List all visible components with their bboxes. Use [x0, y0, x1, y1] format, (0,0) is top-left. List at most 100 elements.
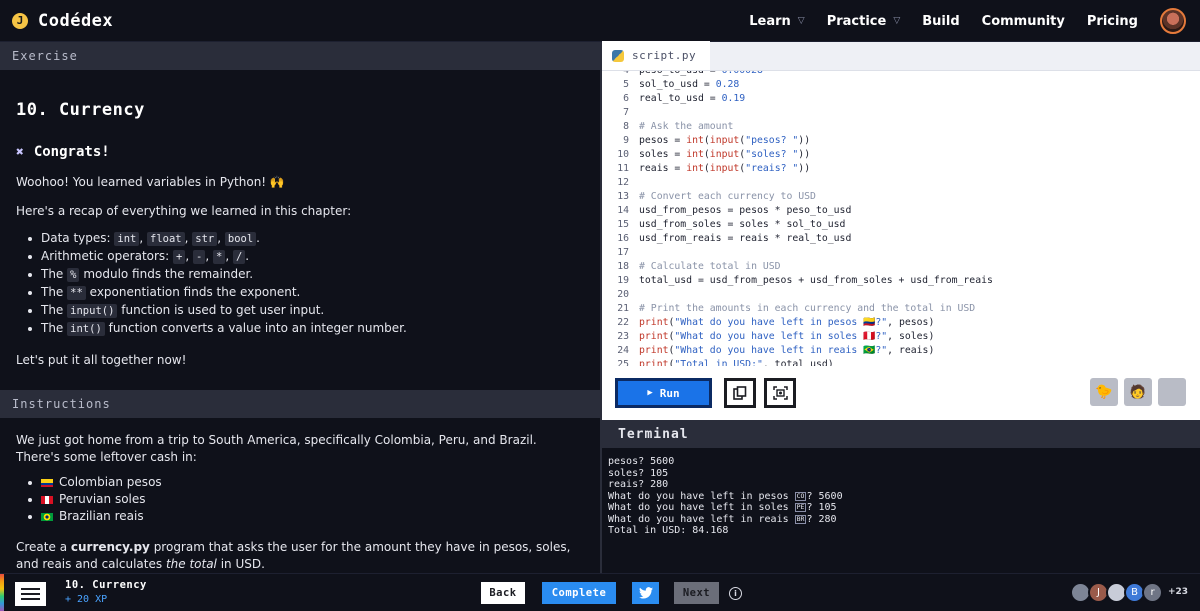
- exercise-title: 10. Currency: [16, 100, 145, 120]
- code-line[interactable]: 25 print("Total in USD:", total_usd): [602, 358, 1200, 366]
- code-line[interactable]: 10 soles = int(input("soles? ")): [602, 148, 1200, 162]
- next-button[interactable]: Next: [674, 582, 719, 604]
- code-text: # Ask the amount: [639, 121, 734, 132]
- info-icon[interactable]: i: [729, 587, 742, 600]
- tab-script-py[interactable]: script.py: [602, 41, 711, 70]
- top-nav: J Codédex Learn ▽ Practice ▽ Build Communi…: [0, 0, 1200, 42]
- brazil-flag-icon: [41, 512, 53, 521]
- line-number: 8: [623, 121, 629, 132]
- code-line[interactable]: 17: [602, 246, 1200, 260]
- copy-button[interactable]: [724, 378, 756, 408]
- terminal-panel: Terminal pesos? 5600 soles? 105 reais? 280…: [602, 420, 1200, 573]
- code-line[interactable]: 4 peso_to_usd = 0.00028: [602, 71, 1200, 78]
- avatar[interactable]: r: [1142, 582, 1163, 603]
- chevron-down-icon: ▽: [797, 16, 805, 26]
- user-avatar[interactable]: [1160, 8, 1186, 34]
- line-number: 6: [623, 93, 629, 104]
- python-file-icon: [612, 49, 624, 62]
- code-line[interactable]: 9 pesos = int(input("pesos? ")): [602, 134, 1200, 148]
- instructions-header: Instructions: [0, 390, 600, 418]
- duck-helper-button[interactable]: 🐤: [1090, 378, 1118, 406]
- terminal-output: pesos? 5600 soles? 105 reais? 280 What do y…: [602, 448, 1200, 537]
- back-button[interactable]: Back: [481, 582, 525, 604]
- lesson-title: 10. Currency: [65, 579, 147, 591]
- nav-community[interactable]: Community: [982, 14, 1065, 29]
- outro-text: Let's put it all together now!: [16, 353, 187, 367]
- code-line[interactable]: 22 print("What do you have left in pesos …: [602, 316, 1200, 330]
- code-editor[interactable]: script.py 4 peso_to_usd = 0.00028 5 sol_to_…: [602, 41, 1200, 420]
- code-input: input(): [67, 304, 118, 318]
- modulo-post: modulo finds the remainder.: [83, 267, 254, 281]
- list-item: The input() function is used to get user…: [16, 302, 584, 320]
- play-icon: ▶: [647, 388, 653, 398]
- menu-button[interactable]: [15, 582, 46, 606]
- nav-learn[interactable]: Learn ▽: [749, 14, 804, 29]
- instructions-body: We just got home from a trip to South Am…: [0, 418, 600, 573]
- run-label: Run: [659, 386, 680, 400]
- copy-icon: [733, 386, 747, 400]
- code-area[interactable]: 4 peso_to_usd = 0.00028 5 sol_to_usd = 0.28…: [602, 71, 1200, 366]
- rainbow-stripe: [0, 574, 4, 611]
- exercise-body: 10. Currency ✖ Congrats! Woohoo! You lea…: [0, 70, 600, 390]
- list-item: The % modulo finds the remainder.: [16, 266, 584, 284]
- list-item: Peruvian soles: [16, 491, 584, 508]
- code-line[interactable]: 23 print("What do you have left in soles …: [602, 330, 1200, 344]
- terminal-line: reais? 280: [608, 479, 669, 490]
- create-file: currency.py: [70, 540, 150, 554]
- editor-toolbar: ▶ Run 🐤 🧑: [602, 376, 1200, 418]
- code-line[interactable]: 7: [602, 106, 1200, 120]
- run-button[interactable]: ▶ Run: [615, 378, 712, 408]
- code-text: real_to_usd = 0.19: [639, 93, 746, 104]
- code-line[interactable]: 18 # Calculate total in USD: [602, 260, 1200, 274]
- create-text: Create a currency.py program that asks t…: [16, 539, 584, 573]
- modulo-pre: The: [41, 267, 64, 281]
- line-number: 4: [602, 71, 629, 78]
- list-item: The ** exponentiation finds the exponent…: [16, 284, 584, 302]
- terminal-line: soles? 105: [608, 467, 669, 479]
- extra-tool-button[interactable]: [1158, 378, 1186, 406]
- line-number: 17: [617, 247, 629, 258]
- lesson-panel[interactable]: Exercise 10. Currency ✖ Congrats! Woohoo…: [0, 42, 600, 573]
- code-line[interactable]: 20: [602, 288, 1200, 302]
- nav-practice-label: Practice: [826, 13, 887, 29]
- terminal-line: What do you have left in reais BR? 280: [608, 513, 837, 525]
- code-line[interactable]: 15 usd_from_soles = soles * sol_to_usd: [602, 218, 1200, 232]
- line-number: 16: [617, 233, 629, 244]
- code-text: reais = int(input("reais? ")): [639, 163, 811, 174]
- screenshot-icon: [772, 386, 788, 400]
- logo-badge-icon: J: [12, 12, 28, 29]
- terminal-line: Total in USD: 84.168: [608, 525, 729, 536]
- screenshot-button[interactable]: [764, 378, 796, 408]
- code-line[interactable]: 12: [602, 176, 1200, 190]
- nav-pricing[interactable]: Pricing: [1087, 14, 1138, 29]
- code-text: # Print the amounts in each currency and…: [639, 303, 976, 314]
- colombia-flag-icon: [41, 478, 53, 487]
- line-number: 11: [617, 163, 629, 174]
- code-int: int: [114, 232, 140, 246]
- code-minus: -: [193, 250, 206, 264]
- currency-label: Brazilian reais: [59, 509, 144, 523]
- code-line[interactable]: 24 print("What do you have left in reais …: [602, 344, 1200, 358]
- code-line[interactable]: 8 # Ask the amount: [602, 120, 1200, 134]
- code-line[interactable]: 5 sol_to_usd = 0.28: [602, 78, 1200, 92]
- twitter-share-button[interactable]: [632, 582, 659, 604]
- community-helper-button[interactable]: 🧑: [1124, 378, 1152, 406]
- nav-practice[interactable]: Practice ▽: [827, 14, 901, 29]
- code-line[interactable]: 14 usd_from_pesos = pesos * peso_to_usd: [602, 204, 1200, 218]
- code-text: # Calculate total in USD: [639, 261, 781, 272]
- code-line[interactable]: 21 # Print the amounts in each currency a…: [602, 302, 1200, 316]
- code-modulo: %: [67, 268, 80, 282]
- nav-learn-label: Learn: [749, 13, 791, 29]
- code-text: print("Total in USD:", total_usd): [639, 359, 834, 366]
- code-line[interactable]: 16 usd_from_reais = reais * real_to_usd: [602, 232, 1200, 246]
- list-item: The int() function converts a value into…: [16, 320, 584, 338]
- complete-button[interactable]: Complete: [542, 582, 616, 604]
- code-line[interactable]: 13 # Convert each currency to USD: [602, 190, 1200, 204]
- code-text: print("What do you have left in pesos 🇨🇴…: [639, 317, 935, 328]
- nav-build[interactable]: Build: [922, 14, 959, 29]
- code-line[interactable]: 11 reais = int(input("reais? ")): [602, 162, 1200, 176]
- code-line[interactable]: 19 total_usd = usd_from_pesos + usd_from_…: [602, 274, 1200, 288]
- logo[interactable]: J Codédex: [12, 11, 113, 31]
- arith-label: Arithmetic operators:: [41, 249, 170, 263]
- code-line[interactable]: 6 real_to_usd = 0.19: [602, 92, 1200, 106]
